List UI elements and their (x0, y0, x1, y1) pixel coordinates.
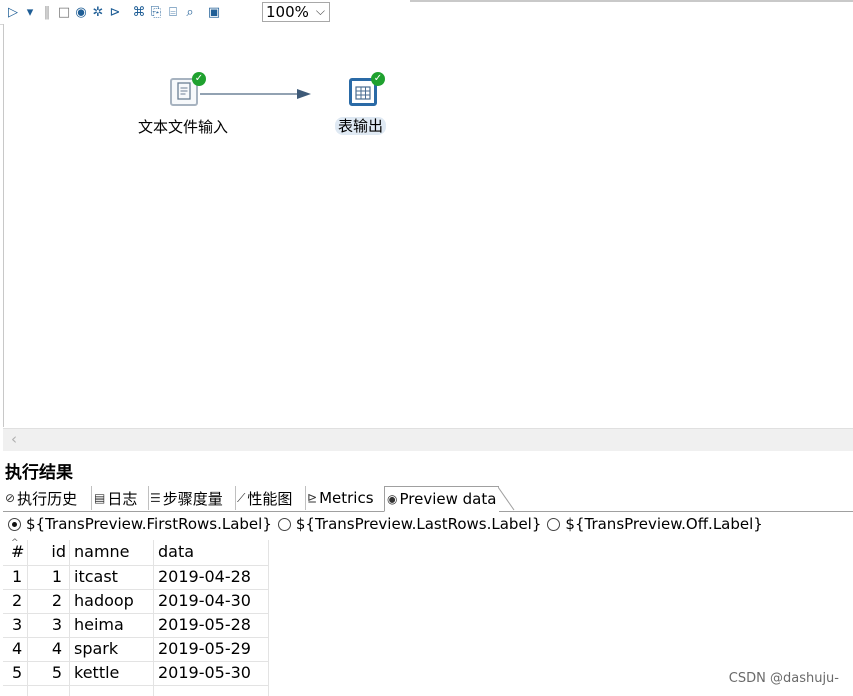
cell-data: 2019-05-30 (158, 663, 251, 682)
cell-namne: hadoop (74, 591, 134, 610)
preview-eye-icon: ◉ (387, 492, 398, 506)
row-index: 3 (12, 615, 23, 634)
cell-id: 3 (51, 615, 62, 634)
tab-label: 性能图 (247, 489, 293, 508)
row-index: 5 (12, 663, 23, 682)
step-metrics-icon: ☰ (150, 491, 161, 505)
verify-icon[interactable]: ⌘ (132, 3, 146, 21)
radio-label: ${TransPreview.FirstRows.Label} (26, 515, 272, 533)
tab-label: 步骤度量 (162, 489, 223, 508)
success-check-icon: ✓ (371, 72, 385, 86)
replay-icon[interactable]: ⊳ (108, 3, 122, 21)
scroll-left-icon[interactable]: ‹ (11, 430, 17, 448)
table-row[interactable]: 4 4 spark 2019-05-29 (3, 637, 269, 661)
cell-data: 2019-04-28 (158, 567, 251, 586)
tab-log[interactable]: ▤ 日志 (92, 486, 149, 510)
metrics-icon: ⊵ (307, 491, 318, 505)
cell-namne: kettle (74, 663, 120, 682)
cell-data: 2019-04-30 (158, 591, 251, 610)
run-icon[interactable]: ▷ (6, 3, 20, 21)
hop-layer (200, 89, 311, 99)
tab-performance-chart[interactable]: ⟋ 性能图 (235, 486, 306, 510)
cell-data: 2019-05-28 (158, 615, 251, 634)
chevron-down-icon: ⌵ (315, 4, 325, 18)
cell-id: 4 (51, 639, 62, 658)
cell-id: 1 (51, 567, 62, 586)
debug-icon[interactable]: ✲ (91, 3, 105, 21)
performance-chart-icon: ⟋ (237, 490, 246, 505)
impact-icon[interactable]: ⎘ (149, 3, 163, 21)
step-label: 表输出 (335, 115, 387, 136)
pause-icon[interactable]: ‖ (40, 3, 54, 21)
editor-tab-strip (410, 0, 853, 2)
results-tabs: ⊘ 执行历史 ▤ 日志 ☰ 步骤度量 ⟋ 性能图 ⊵ Metrics ◉ Pre… (3, 485, 853, 512)
table-row[interactable]: 5 5 kettle 2019-05-30 (3, 661, 269, 685)
hop-arrow-icon (297, 89, 311, 99)
cell-id: 5 (51, 663, 62, 682)
table-row[interactable]: 3 3 heima 2019-05-28 (3, 613, 269, 637)
success-check-icon: ✓ (192, 72, 206, 86)
tab-label: Metrics (319, 489, 374, 507)
step-label: 文本文件输入 (138, 118, 229, 136)
row-index: 1 (12, 567, 23, 586)
results-panel-title: 执行结果 (5, 463, 73, 483)
cell-namne: spark (74, 639, 119, 658)
sort-icon: ^ (11, 538, 19, 548)
sql-icon[interactable]: ⌸ (166, 3, 180, 21)
radio-unselected-icon (547, 517, 561, 531)
tab-execution-history[interactable]: ⊘ 执行历史 (3, 486, 92, 510)
explore-db-icon[interactable]: ⌕ (183, 3, 197, 21)
tab-preview-data[interactable]: ◉ Preview data (384, 486, 499, 512)
stop-icon[interactable]: □ (57, 3, 71, 21)
tab-corner (498, 486, 515, 511)
canvas-horizontal-scrollbar[interactable]: ‹ (3, 428, 853, 451)
step-label-text: 表输出 (335, 117, 387, 135)
radio-unselected-icon (277, 517, 291, 531)
preview-icon[interactable]: ◉ (74, 3, 88, 21)
tab-label: 日志 (107, 489, 138, 508)
column-header-id[interactable]: id (27, 540, 66, 564)
tab-label: 执行历史 (17, 489, 78, 508)
zoom-select[interactable]: 100% ⌵ (262, 2, 330, 22)
column-header-namne[interactable]: namne (74, 540, 150, 564)
preview-data-table[interactable]: # ^ id namne data 1 1 itcast 2019-04-28 … (3, 538, 853, 696)
cell-namne: itcast (74, 567, 118, 586)
column-header-index[interactable]: # ^ (11, 538, 27, 564)
radio-label: ${TransPreview.Off.Label} (565, 515, 763, 533)
cell-id: 2 (51, 591, 62, 610)
log-icon: ▤ (94, 491, 106, 505)
cell-namne: heima (74, 615, 124, 634)
step-table-output[interactable]: ✓ (349, 72, 389, 118)
tab-step-metrics[interactable]: ☰ 步骤度量 (148, 486, 236, 510)
transformation-canvas[interactable]: ✓ 文本文件输入 ✓ 表输出 (3, 24, 853, 427)
row-index: 4 (12, 639, 23, 658)
history-icon: ⊘ (5, 491, 16, 505)
tab-label: Preview data (399, 490, 497, 508)
radio-selected-icon (8, 517, 21, 531)
column-header-data[interactable]: data (158, 540, 266, 564)
radio-off[interactable]: ${TransPreview.Off.Label} (547, 515, 763, 533)
step-text-file-input[interactable]: ✓ (170, 72, 230, 118)
table-header: # ^ id namne data (3, 538, 269, 564)
run-options-icon[interactable]: ▾ (23, 3, 37, 21)
toolbar: ▷ ▾ ‖ □ ◉ ✲ ⊳ ⌘ ⎘ ⌸ ⌕ ▣ 100% ⌵ (0, 0, 853, 25)
radio-label: ${TransPreview.LastRows.Label} (295, 515, 542, 533)
tab-metrics[interactable]: ⊵ Metrics (305, 486, 386, 510)
table-row[interactable]: 2 2 hadoop 2019-04-30 (3, 589, 269, 613)
watermark: CSDN @dashuju- (728, 671, 839, 686)
row-index: 2 (12, 591, 23, 610)
cell-data: 2019-05-29 (158, 639, 251, 658)
zoom-value: 100% (266, 3, 309, 21)
radio-first-rows[interactable]: ${TransPreview.FirstRows.Label} (8, 515, 272, 533)
toolbar-icons: ▷ ▾ ‖ □ ◉ ✲ ⊳ ⌘ ⎘ ⌸ ⌕ ▣ (6, 2, 221, 22)
table-row[interactable]: 1 1 itcast 2019-04-28 (3, 565, 269, 589)
radio-last-rows[interactable]: ${TransPreview.LastRows.Label} (277, 515, 542, 533)
preview-radio-group: ${TransPreview.FirstRows.Label} ${TransP… (8, 514, 769, 534)
show-results-icon[interactable]: ▣ (207, 3, 221, 21)
